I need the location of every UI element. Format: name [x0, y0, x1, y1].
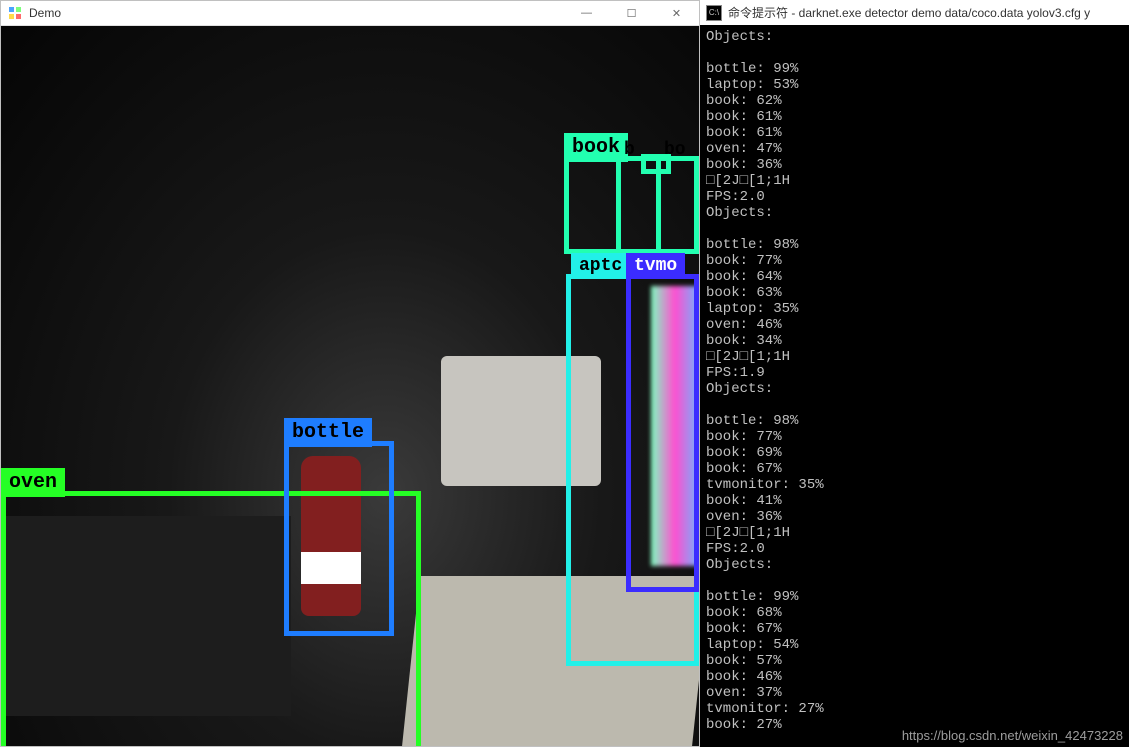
demo-window-title: Demo: [29, 6, 61, 20]
close-button[interactable]: ✕: [654, 1, 699, 26]
cmd-output[interactable]: Objects: bottle: 99% laptop: 53% book: 6…: [700, 25, 1129, 737]
bbox-label-tvmonitor: tvmo: [626, 253, 685, 279]
cmd-titlebar[interactable]: C:\ 命令提示符 - darknet.exe detector demo da…: [700, 0, 1129, 25]
bbox-label-book: b: [616, 137, 643, 163]
demo-video-canvas: book b bo aptc tvmo oven bottle: [1, 26, 699, 746]
maximize-button[interactable]: ☐: [609, 1, 654, 26]
cmd-window: C:\ 命令提示符 - darknet.exe detector demo da…: [700, 0, 1129, 747]
bbox-tvmonitor: tvmo: [626, 274, 699, 592]
bbox-book: [641, 154, 671, 174]
bbox-label-bottle: bottle: [284, 418, 372, 447]
demo-window: Demo — ☐ ✕ book b bo aptc tvmo oven: [0, 0, 700, 747]
demo-titlebar[interactable]: Demo — ☐ ✕: [1, 1, 699, 26]
bbox-label-laptop: aptc: [571, 253, 630, 279]
cmd-icon: C:\: [706, 5, 722, 21]
app-icon: [7, 5, 23, 21]
bbox-bottle: bottle: [284, 441, 394, 636]
bbox-label-oven: oven: [1, 468, 65, 497]
minimize-button[interactable]: —: [564, 1, 609, 26]
watermark-text: https://blog.csdn.net/weixin_42473228: [902, 728, 1123, 743]
cmd-window-title: 命令提示符 - darknet.exe detector demo data/c…: [728, 4, 1090, 21]
